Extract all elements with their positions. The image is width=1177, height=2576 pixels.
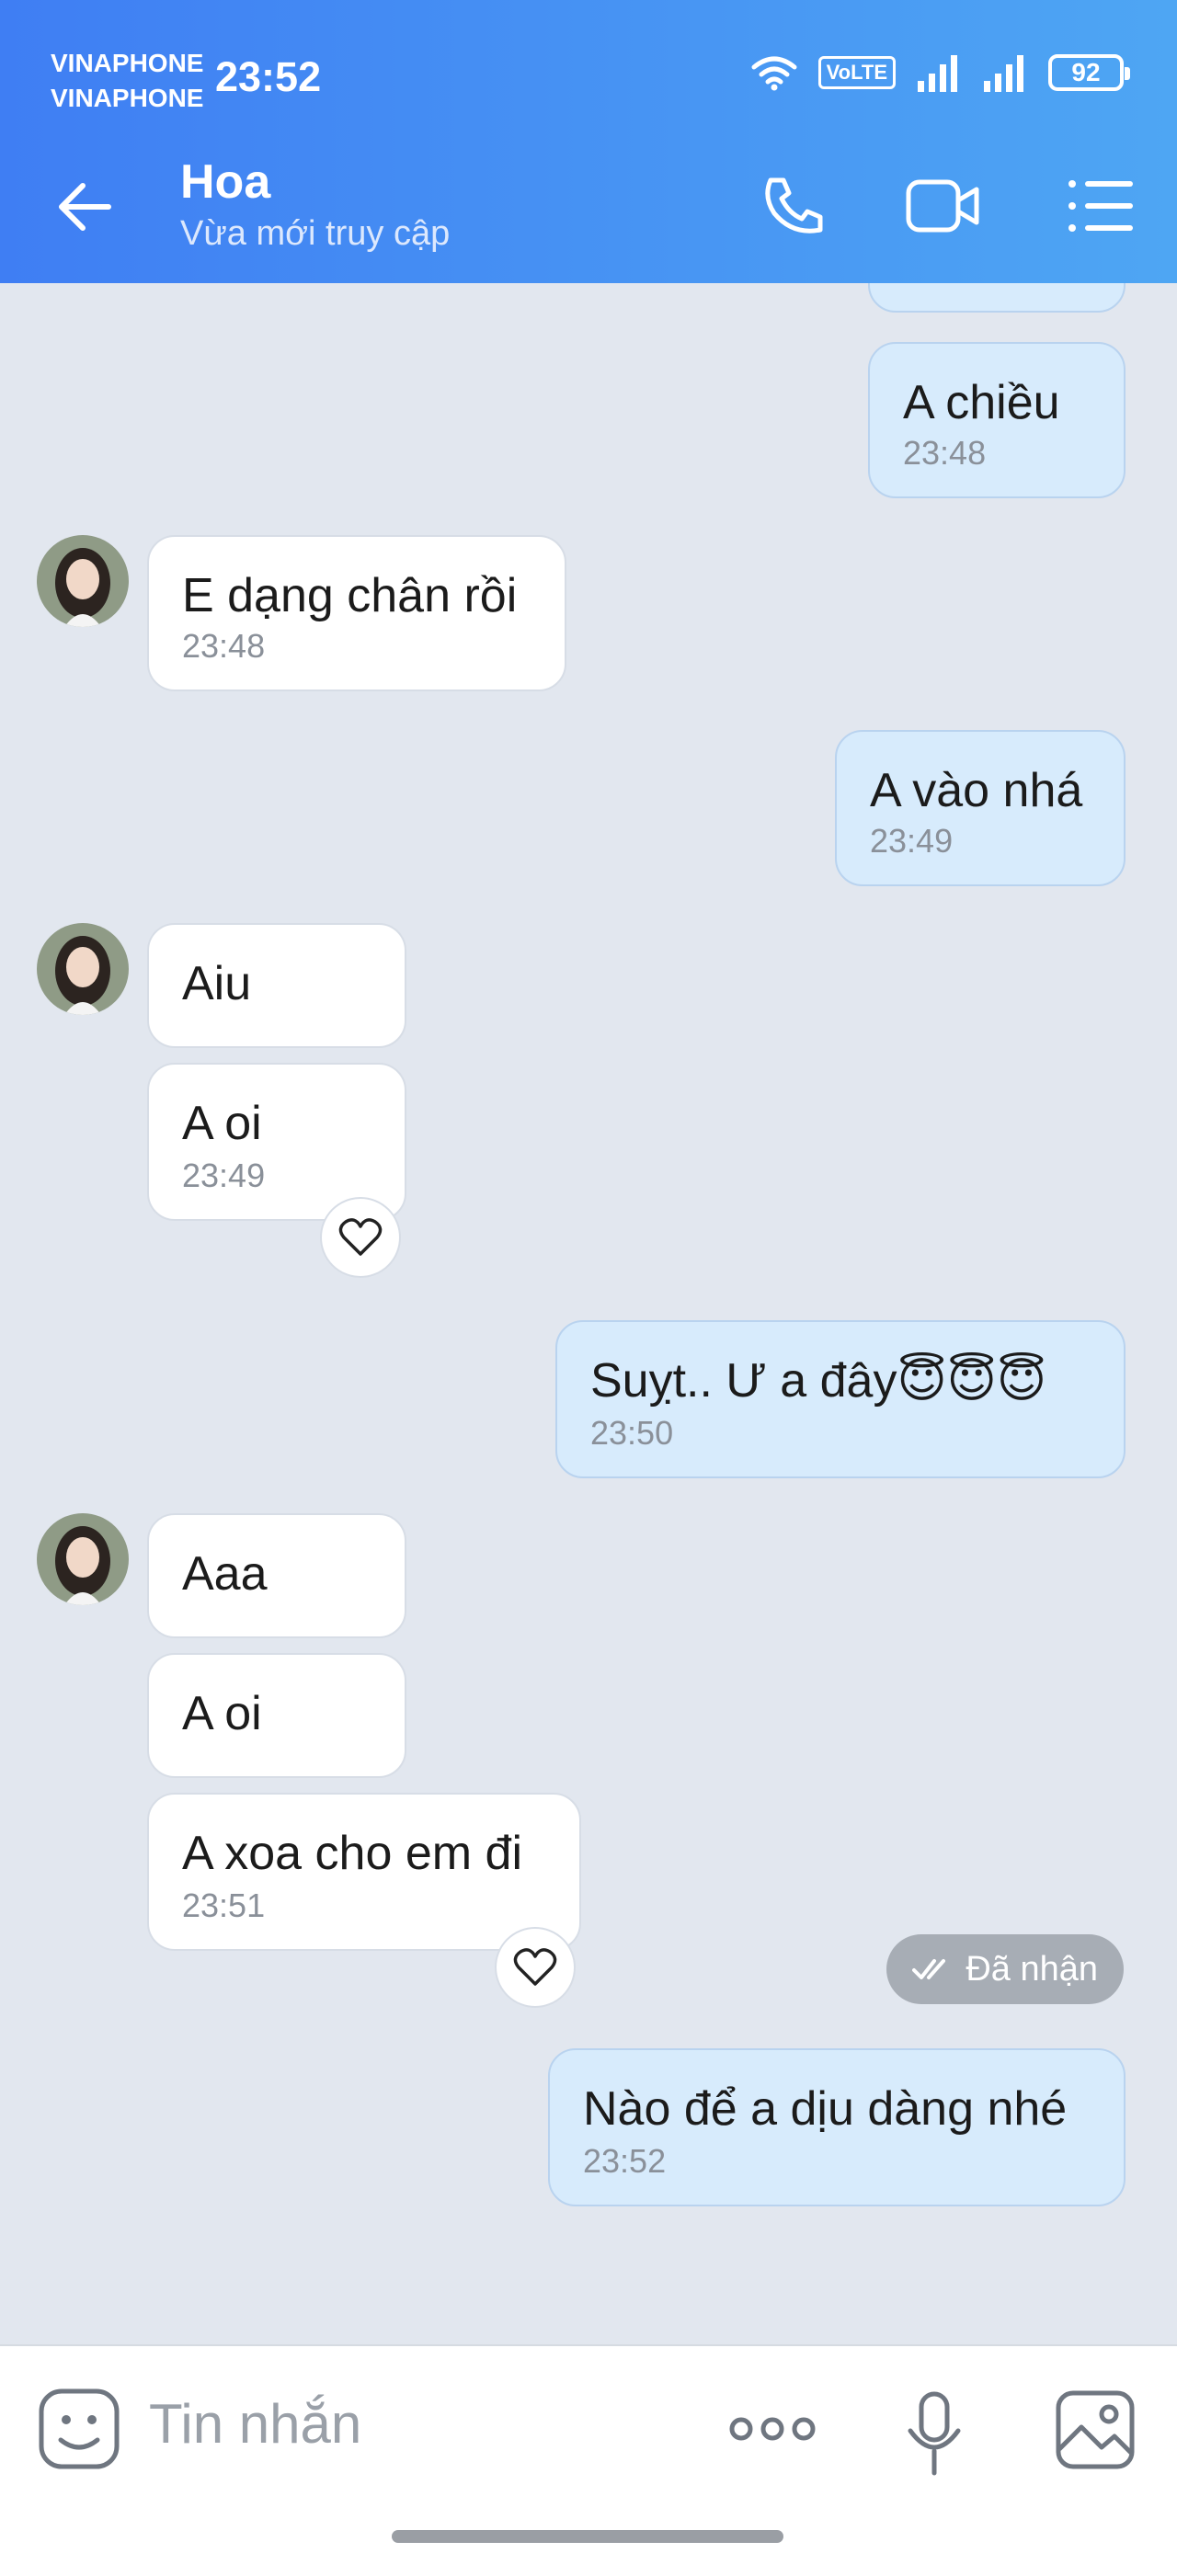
message-text: Aaa <box>182 1547 268 1601</box>
avatar[interactable] <box>37 1513 129 1605</box>
phone-call-icon[interactable] <box>756 171 831 241</box>
chat-area[interactable]: A chiều 23:48 E dạng chân rồi 23:48 A và… <box>0 283 1177 2344</box>
message-text: E dạng chân rồi <box>182 569 518 622</box>
app-header: VINAPHONE VINAPHONE 23:52 VoLTE 92 Hoa V… <box>0 0 1177 283</box>
message-bubble-incoming[interactable]: Aaa <box>147 1513 406 1638</box>
volte-badge: VoLTE <box>817 56 896 89</box>
image-gallery-icon[interactable] <box>1054 2388 1137 2471</box>
message-text: A oi <box>182 1097 262 1150</box>
battery-level: 92 <box>1071 58 1101 86</box>
double-check-icon <box>912 1959 946 1979</box>
message-time: 23:50 <box>590 1414 674 1452</box>
message-bubble-incoming[interactable]: Aiu <box>147 923 406 1048</box>
heart-icon <box>338 1218 383 1256</box>
message-time: 23:51 <box>182 1886 266 1924</box>
microphone-icon[interactable] <box>905 2390 964 2479</box>
carrier-labels: VINAPHONE VINAPHONE <box>51 46 203 116</box>
home-indicator[interactable] <box>392 2530 783 2543</box>
status-time: 23:52 <box>215 53 322 100</box>
avatar-image <box>37 923 129 1015</box>
contact-name[interactable]: Hoa <box>180 154 270 210</box>
message-bubble-incoming[interactable]: E dạng chân rồi 23:48 <box>147 535 566 691</box>
battery-icon: 92 <box>1048 54 1130 91</box>
more-options-icon[interactable] <box>728 2411 817 2447</box>
menu-list-icon[interactable] <box>1063 171 1138 241</box>
status-icons: VoLTE 92 <box>750 53 1130 92</box>
avatar-image <box>37 535 129 627</box>
message-bubble-incoming[interactable]: A xoa cho em đi 23:51 <box>147 1793 581 1951</box>
read-receipt-text: Đã nhận <box>966 1949 1098 1989</box>
heart-reaction-button[interactable] <box>320 1197 401 1278</box>
message-time: 23:49 <box>182 1157 266 1194</box>
wifi-icon <box>751 56 797 91</box>
message-text: Nào để a dịu dàng nhé <box>583 2082 1068 2136</box>
message-bubble-outgoing[interactable]: Nào để a dịu dàng nhé 23:52 <box>548 2048 1126 2206</box>
carrier-1: VINAPHONE <box>51 49 204 77</box>
message-time: 23:52 <box>583 2142 667 2180</box>
message-text: Suỵt.. Ư a đây😇😇😇 <box>590 1354 1047 1408</box>
message-time: 23:49 <box>870 822 954 860</box>
message-text: A chiều <box>903 376 1060 429</box>
message-input[interactable]: Tin nhắn <box>149 2392 361 2456</box>
message-text: A xoa cho em đi <box>182 1827 522 1880</box>
message-text: A oi <box>182 1687 262 1740</box>
message-time: 23:48 <box>182 627 266 665</box>
read-receipt-badge: Đã nhận <box>886 1934 1124 2004</box>
heart-icon <box>513 1948 557 1986</box>
avatar-image <box>37 1513 129 1605</box>
signal-icon <box>918 55 957 92</box>
carrier-2: VINAPHONE <box>51 84 204 112</box>
message-bubble-partial[interactable] <box>868 283 1126 313</box>
message-bubble-outgoing[interactable]: A vào nhá 23:49 <box>835 730 1126 886</box>
message-text: A vào nhá <box>870 764 1083 817</box>
avatar[interactable] <box>37 923 129 1015</box>
message-bubble-incoming[interactable]: A oi <box>147 1653 406 1778</box>
contact-status: Vừa mới truy cập <box>180 214 451 253</box>
message-time: 23:48 <box>903 434 987 472</box>
back-arrow-icon[interactable] <box>53 175 118 239</box>
heart-reaction-button[interactable] <box>495 1927 576 2008</box>
message-bubble-outgoing[interactable]: Suỵt.. Ư a đây😇😇😇 23:50 <box>555 1320 1126 1478</box>
signal-icon-2 <box>984 55 1023 92</box>
message-bubble-outgoing[interactable]: A chiều 23:48 <box>868 342 1126 498</box>
video-call-icon[interactable] <box>905 171 980 241</box>
sticker-icon[interactable] <box>37 2387 121 2471</box>
avatar[interactable] <box>37 535 129 627</box>
message-text: Aiu <box>182 957 252 1010</box>
